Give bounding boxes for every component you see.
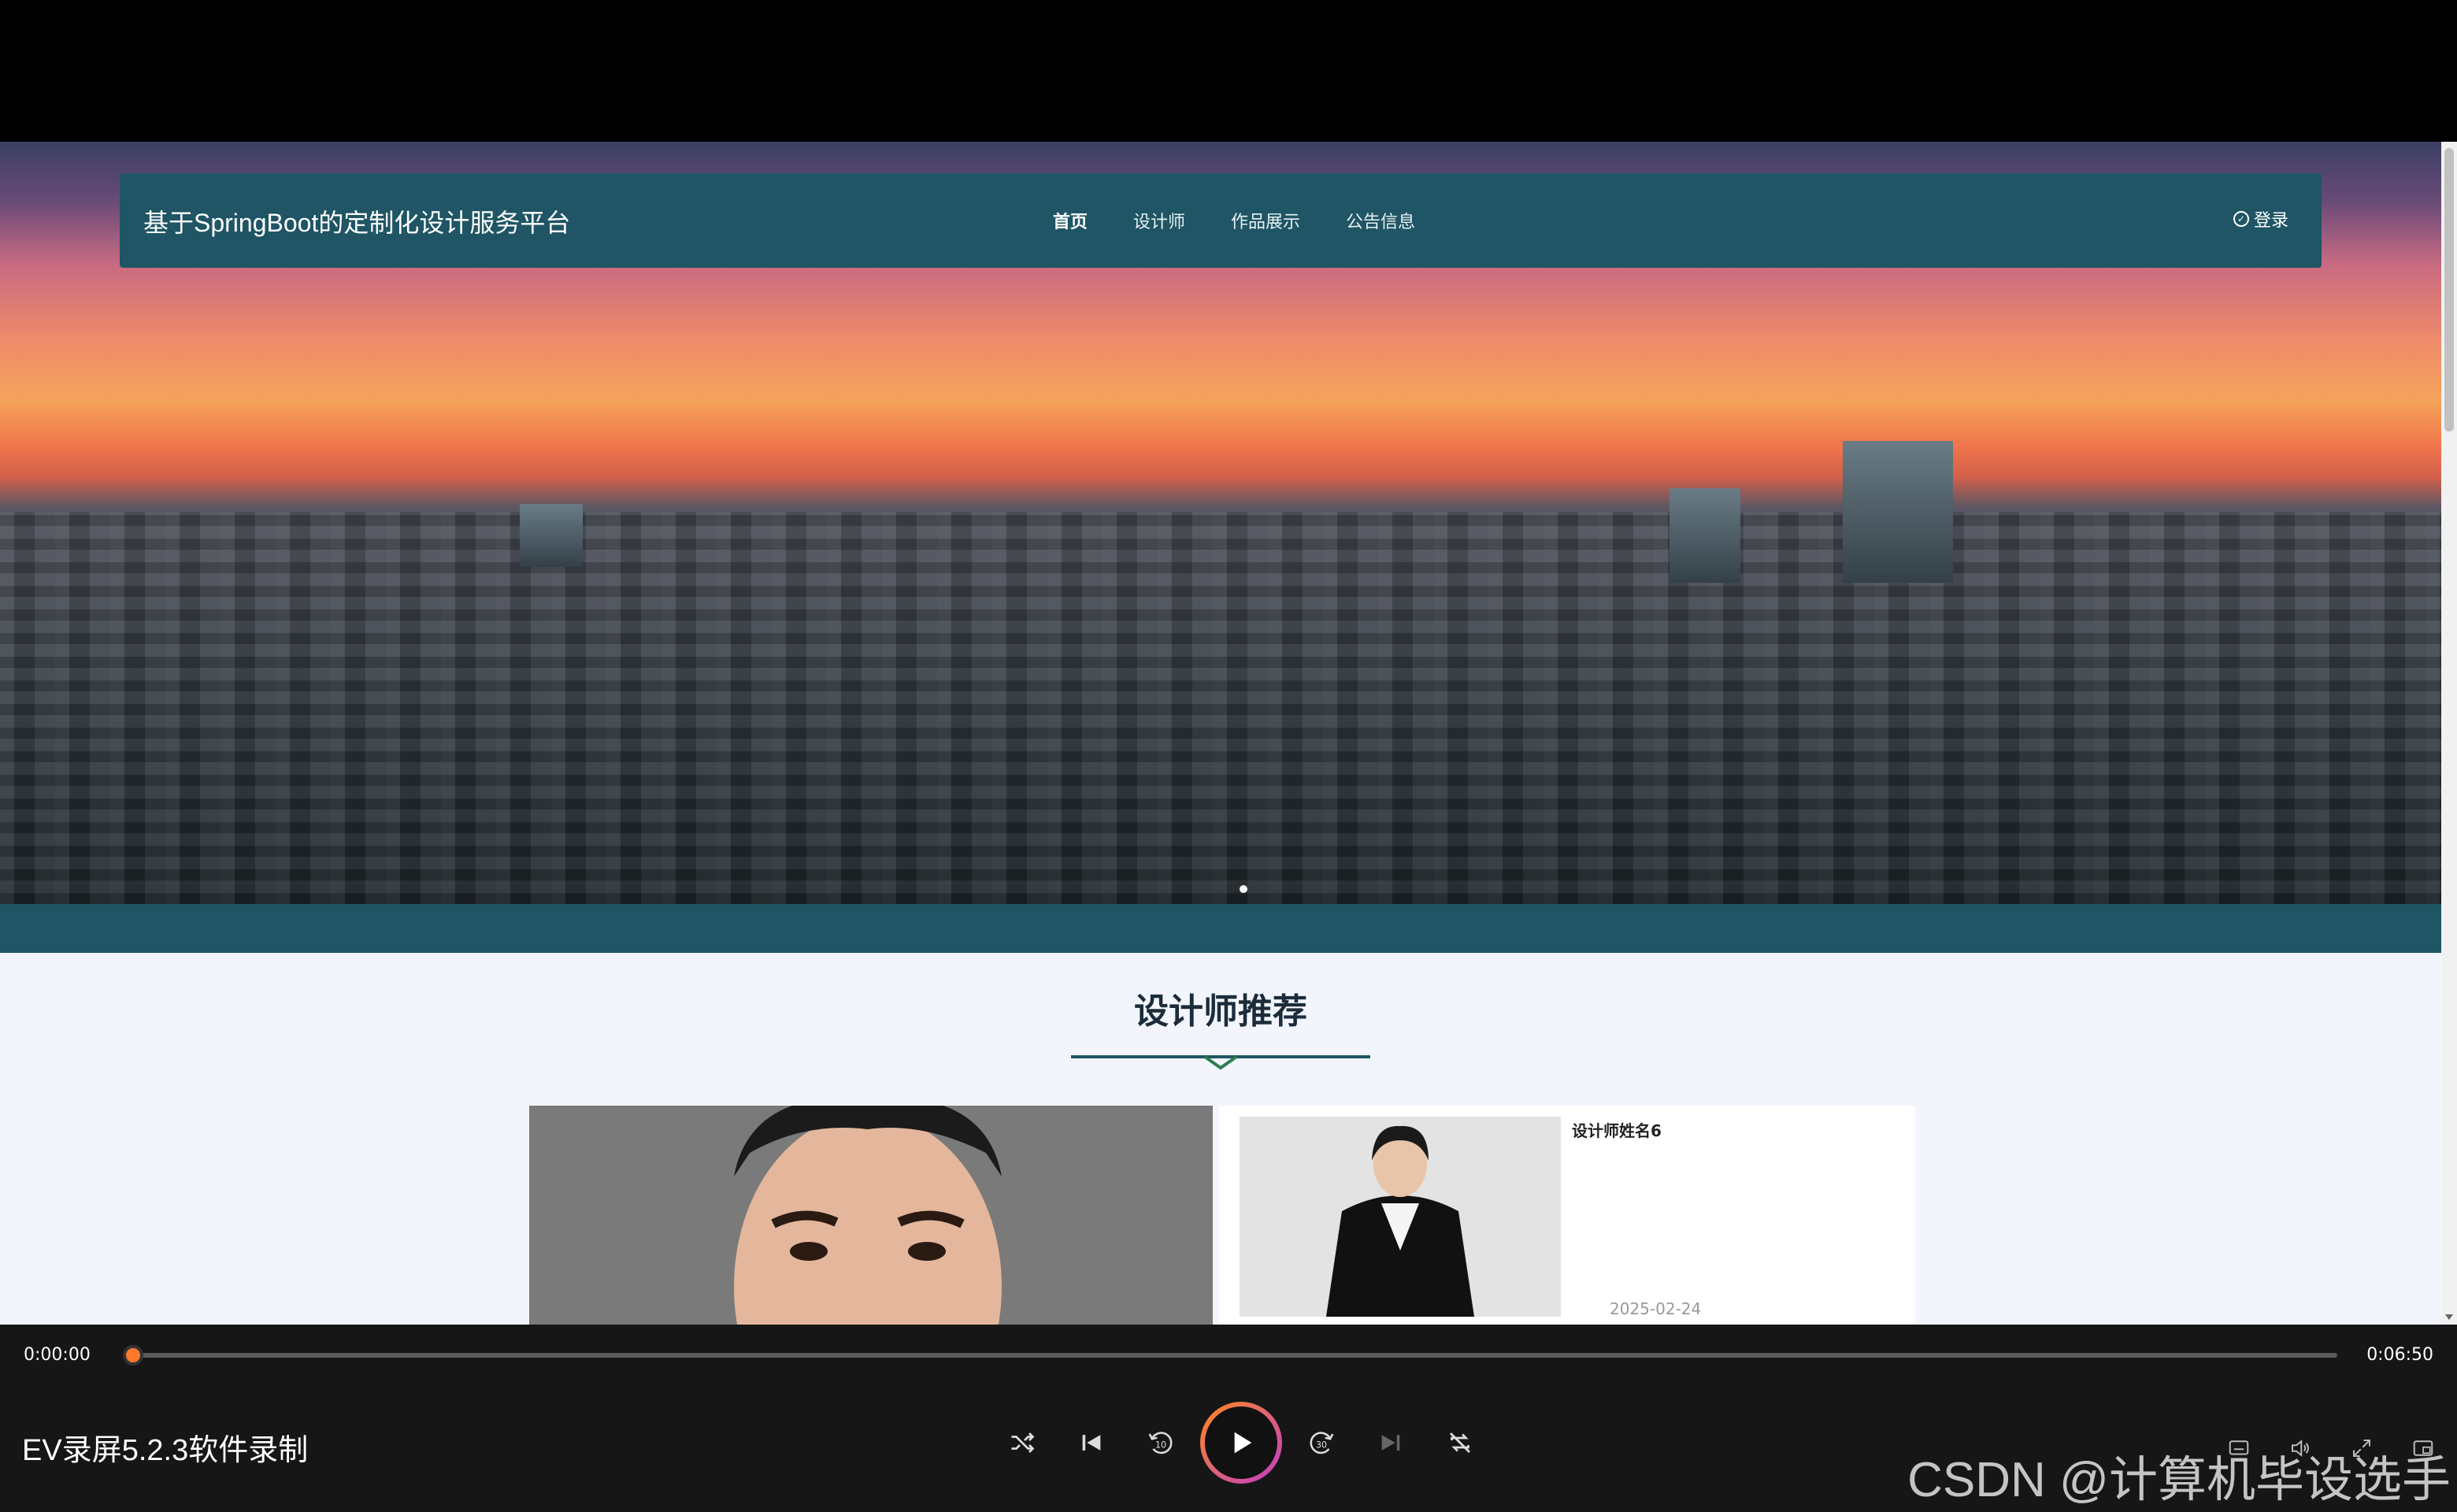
designer-portrait-image	[687, 1106, 1049, 1325]
playback-controls: 10 30	[988, 1403, 1495, 1482]
current-time: 0:00:00	[24, 1345, 91, 1365]
progress-knob[interactable]	[123, 1345, 143, 1366]
rewind-10-icon[interactable]: 10	[1126, 1408, 1195, 1477]
designer-name: 设计师姓名6	[1572, 1121, 1662, 1140]
svg-text:30: 30	[1316, 1440, 1327, 1450]
csdn-watermark: CSDN @计算机毕设选手	[1907, 1453, 2451, 1507]
scrollbar-thumb[interactable]	[2444, 148, 2454, 432]
login-label: 登录	[2253, 211, 2288, 231]
nav-home[interactable]: 首页	[1030, 208, 1110, 233]
designer-date: 2025-02-24	[1610, 1299, 1702, 1318]
svg-text:10: 10	[1155, 1440, 1166, 1450]
nav-works[interactable]: 作品展示	[1208, 208, 1323, 233]
carousel-indicator[interactable]	[1240, 885, 1247, 893]
site-title[interactable]: 基于SpringBoot的定制化设计服务平台	[143, 203, 570, 239]
title-underline-decoration	[1071, 1055, 1370, 1070]
skyscraper	[520, 504, 583, 567]
designer-card[interactable]: 设计师姓名6 2025-02-24	[1219, 1106, 1915, 1325]
designer-card-featured[interactable]	[529, 1106, 1213, 1325]
nav-announcements[interactable]: 公告信息	[1323, 208, 1438, 233]
browser-page: 基于SpringBoot的定制化设计服务平台 首页 设计师 作品展示 公告信息 …	[0, 142, 2457, 1325]
skip-previous-icon[interactable]	[1057, 1408, 1126, 1477]
total-time: 0:06:50	[2366, 1345, 2433, 1365]
login-button[interactable]: ✓ 登录	[2233, 206, 2288, 232]
scroll-down-arrow-icon[interactable]	[2445, 1314, 2453, 1320]
shuffle-icon[interactable]	[988, 1408, 1057, 1477]
page-scrollbar[interactable]	[2441, 142, 2457, 1325]
nav-menu: 首页 设计师 作品展示 公告信息	[1030, 208, 1438, 233]
progress-track[interactable]	[132, 1353, 2337, 1358]
play-icon[interactable]	[1200, 1402, 1282, 1484]
skyscraper	[1670, 488, 1740, 583]
screen-recording-frame: 基于SpringBoot的定制化设计服务平台 首页 设计师 作品展示 公告信息 …	[0, 0, 2457, 1512]
recorder-label: EV录屏5.2.3软件录制	[22, 1434, 309, 1467]
skyscraper	[1843, 441, 1953, 583]
designer-photo-image	[1240, 1117, 1561, 1317]
check-circle-icon: ✓	[2233, 211, 2249, 227]
forward-30-icon[interactable]: 30	[1287, 1408, 1356, 1477]
video-player-bar: 0:00:00 0:06:50 EV录屏5.2.3软件录制 10 30 CSDN…	[0, 1325, 2457, 1512]
repeat-off-icon[interactable]	[1425, 1408, 1495, 1477]
section-title: 设计师推荐	[1134, 992, 1307, 1031]
hero-bottom-strip	[0, 904, 2441, 953]
top-navbar: 基于SpringBoot的定制化设计服务平台 首页 设计师 作品展示 公告信息 …	[120, 173, 2322, 268]
city-skyline-image	[0, 512, 2441, 904]
skip-next-icon[interactable]	[1356, 1408, 1425, 1477]
nav-designers[interactable]: 设计师	[1110, 208, 1208, 233]
